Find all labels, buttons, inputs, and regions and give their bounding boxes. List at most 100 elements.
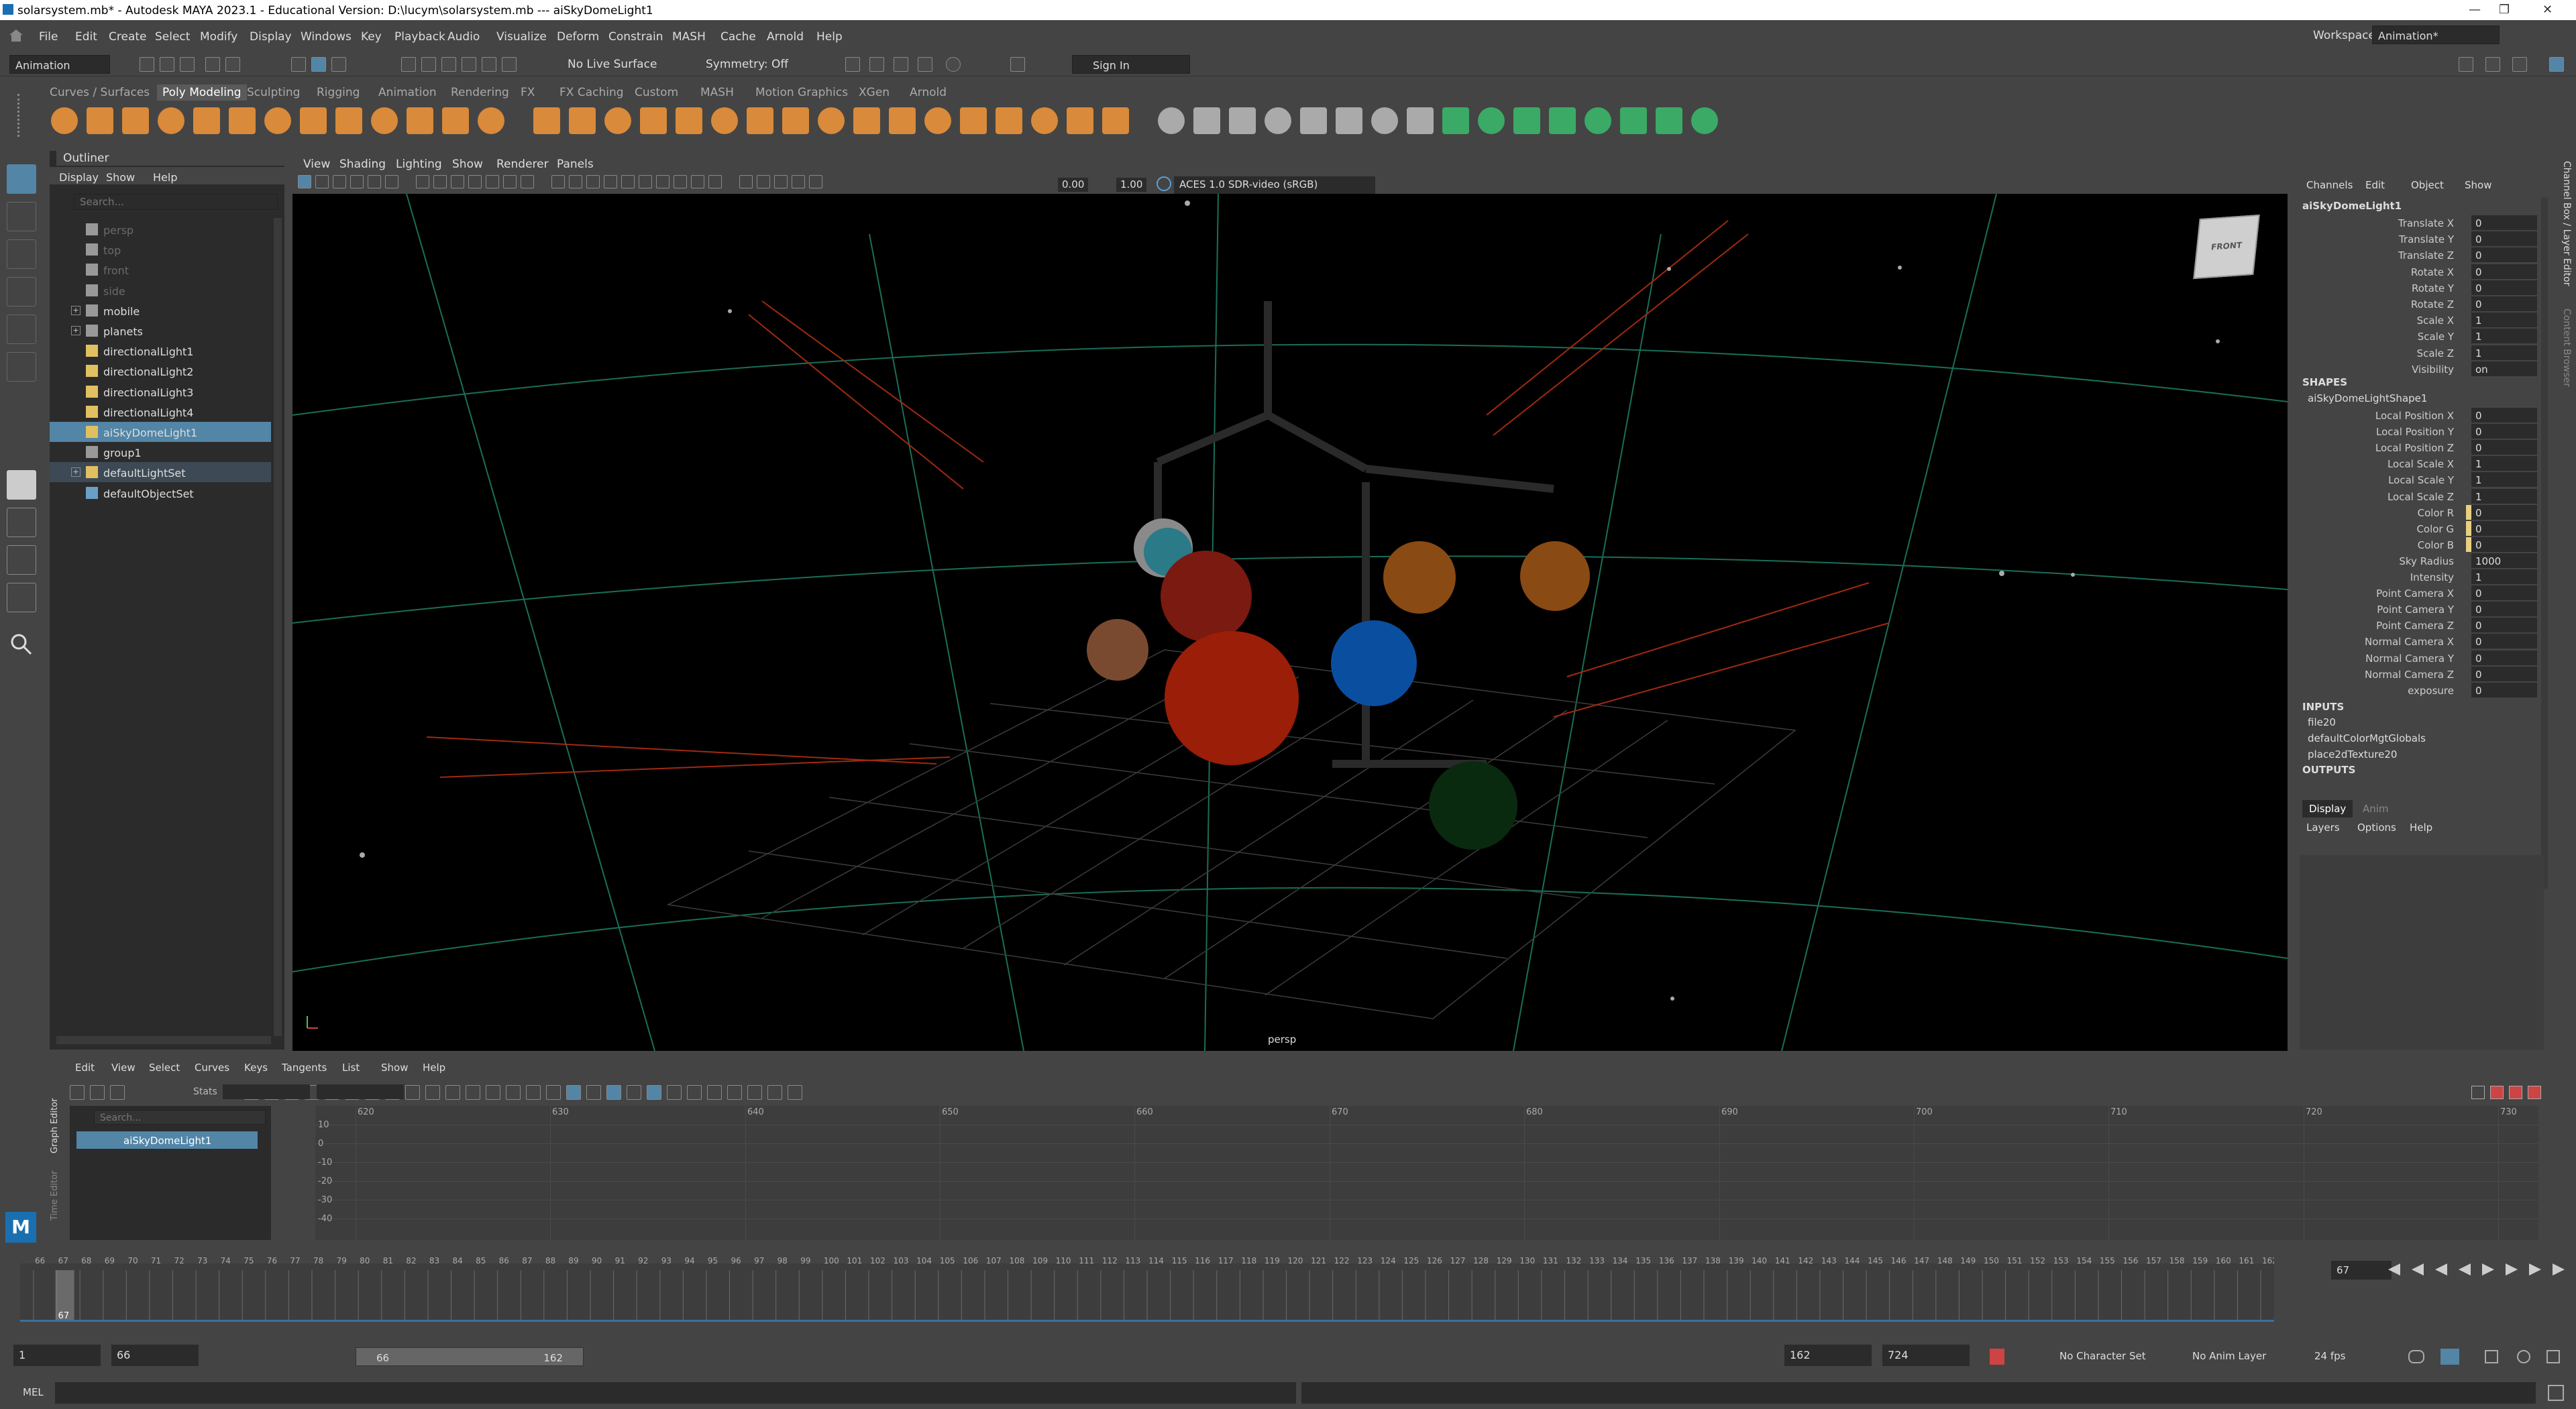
outliner-item-defaultLightSet[interactable]: defaultLightSet +	[50, 462, 271, 483]
graph-area[interactable]: 620 630 640 650 660 670 680 690 700 710 720 730 10 0 -…	[315, 1106, 2538, 1240]
expand-icon[interactable]: +	[71, 305, 80, 315]
channel-translate-y[interactable]: Translate Y 0	[2297, 231, 2538, 247]
multi-cut-icon[interactable]	[1067, 107, 1093, 134]
step-back-frame-icon[interactable]	[2435, 1263, 2447, 1276]
lock-tangent-weight-icon[interactable]	[606, 1085, 621, 1100]
shape-color-g[interactable]: Color G 0	[2297, 520, 2538, 537]
audio-icon[interactable]	[2485, 1350, 2498, 1363]
cube-icon[interactable]	[87, 107, 113, 134]
extract-icon[interactable]	[711, 107, 738, 134]
outliner-scrollbar[interactable]	[274, 218, 282, 1036]
color-management-icon[interactable]	[1157, 176, 1171, 191]
anim-start-field[interactable]: 66	[111, 1345, 199, 1366]
attr-value[interactable]: 0	[2471, 280, 2537, 295]
auto-key-icon[interactable]	[1990, 1349, 2004, 1365]
append-icon[interactable]	[996, 107, 1022, 134]
insert-edge-loop-icon[interactable]	[1229, 107, 1256, 134]
outliner-item-mobile[interactable]: mobile +	[50, 300, 271, 321]
shelf-tab-curves-surfaces[interactable]: Curves / Surfaces	[50, 86, 150, 99]
gate-mask-icon[interactable]	[468, 175, 482, 188]
backface-culling-icon[interactable]	[809, 175, 822, 188]
value-snap-icon[interactable]	[667, 1085, 682, 1100]
attr-value[interactable]: 0	[2471, 215, 2537, 230]
expand-icon[interactable]: +	[71, 467, 80, 477]
exposure-field[interactable]: 0.00	[1058, 178, 1089, 192]
shape-local-position-z[interactable]: Local Position Z 0	[2297, 439, 2538, 455]
uv-automatic-icon[interactable]	[1585, 107, 1611, 134]
offset-edge-loop-icon[interactable]	[1265, 107, 1291, 134]
channel-translate-x[interactable]: Translate X 0	[2297, 215, 2538, 231]
auto-load-icon[interactable]	[627, 1085, 641, 1100]
frame-tool-icon[interactable]	[2471, 1086, 2485, 1099]
graph-outliner-item[interactable]: aiSkyDomeLight1	[76, 1131, 258, 1149]
open-scene-icon[interactable]	[160, 57, 174, 72]
soccer-ball-icon[interactable]	[407, 107, 433, 134]
shelf-tab-fx[interactable]: FX	[521, 86, 535, 99]
four-view-layout-icon[interactable]	[7, 508, 36, 537]
menu-set-dropdown[interactable]: Animation	[9, 55, 110, 74]
uv-editor-icon[interactable]	[1549, 107, 1576, 134]
field-chart-icon[interactable]	[486, 175, 499, 188]
attribute-editor-icon[interactable]	[2485, 57, 2500, 72]
rotate-tool-icon[interactable]	[7, 315, 36, 344]
attr-value[interactable]: 0	[2471, 537, 2537, 552]
shape-exposure[interactable]: exposure 0	[2297, 682, 2538, 698]
new-scene-icon[interactable]	[140, 57, 154, 72]
grease-pencil-icon[interactable]	[385, 175, 398, 188]
outliner-item-top[interactable]: top	[50, 239, 271, 260]
graph-editor-side-tab[interactable]: Graph Editor	[50, 1080, 64, 1153]
attr-value[interactable]: 1	[2471, 313, 2537, 328]
reduce-icon[interactable]	[1407, 107, 1434, 134]
mel-label[interactable]: MEL	[23, 1388, 44, 1398]
close-icon[interactable]: ✕	[2542, 3, 2553, 17]
pipe-icon[interactable]	[335, 107, 362, 134]
attr-value[interactable]: 1	[2471, 345, 2537, 360]
isolate-curve-icon[interactable]	[788, 1085, 802, 1100]
viewport-menu-view[interactable]: View	[303, 158, 330, 171]
shape-normal-camera-x[interactable]: Normal Camera X 0	[2297, 633, 2538, 649]
menu-playback[interactable]: Playback	[394, 30, 445, 44]
shape-local-scale-z[interactable]: Local Scale Z 1	[2297, 488, 2538, 504]
pre-infinity-icon[interactable]	[747, 1085, 762, 1100]
attr-value[interactable]: 0	[2471, 264, 2537, 279]
attr-value[interactable]: 0	[2471, 424, 2537, 439]
stats-field[interactable]	[223, 1084, 310, 1099]
menu-arnold[interactable]: Arnold	[767, 30, 804, 44]
channel-menu-object[interactable]: Object	[2411, 179, 2444, 191]
anim-preferences-icon[interactable]	[2517, 1350, 2530, 1363]
channel-rotate-z[interactable]: Rotate Z 0	[2297, 296, 2538, 312]
channel-scale-y[interactable]: Scale Y 1	[2297, 328, 2538, 344]
color-space-dropdown[interactable]: ACES 1.0 SDR-video (sRGB)	[1174, 176, 1375, 194]
save-scene-icon[interactable]	[180, 57, 195, 72]
clamped-tangent-icon[interactable]	[405, 1085, 420, 1100]
graph-search-input[interactable]: Search...	[94, 1110, 266, 1125]
quadrangulate-icon[interactable]	[1513, 107, 1540, 134]
swap-buffer-icon[interactable]	[526, 1085, 541, 1100]
color-swatch[interactable]	[2466, 504, 2471, 520]
fps-dropdown[interactable]: 24 fps	[2314, 1351, 2345, 1361]
menu-edit[interactable]: Edit	[75, 30, 97, 44]
motion-blur-icon[interactable]	[674, 175, 687, 188]
attr-value[interactable]: 1	[2471, 329, 2537, 344]
pyramid-icon[interactable]	[300, 107, 327, 134]
single-perspective-layout-icon[interactable]	[7, 470, 36, 500]
menu-constrain[interactable]: Constrain	[608, 30, 663, 44]
start-time-field[interactable]: 1	[13, 1345, 101, 1366]
attr-value[interactable]: 0	[2471, 520, 2537, 536]
cached-playback-icon[interactable]	[2440, 1349, 2459, 1365]
channel-rotate-x[interactable]: Rotate X 0	[2297, 264, 2538, 280]
shape-intensity[interactable]: Intensity 1	[2297, 569, 2538, 585]
channel-scale-z[interactable]: Scale Z 1	[2297, 345, 2538, 361]
linear-tangent-icon[interactable]	[425, 1085, 440, 1100]
attr-value[interactable]: 0	[2471, 231, 2537, 247]
channel-menu-edit[interactable]: Edit	[2365, 179, 2385, 191]
outliner-item-directionalLight2[interactable]: directionalLight2	[50, 361, 271, 381]
use-all-lights-icon[interactable]	[621, 175, 635, 188]
graph-menu-select[interactable]: Select	[149, 1062, 180, 1074]
shape-normal-camera-y[interactable]: Normal Camera Y 0	[2297, 650, 2538, 666]
live-surface-field[interactable]: No Live Surface	[568, 59, 657, 70]
attr-value[interactable]: 0	[2471, 440, 2537, 455]
menu-audio[interactable]: Audio	[447, 30, 480, 44]
plateau-tangent-icon[interactable]	[486, 1085, 500, 1100]
viewport-menu-shading[interactable]: Shading	[339, 158, 386, 171]
